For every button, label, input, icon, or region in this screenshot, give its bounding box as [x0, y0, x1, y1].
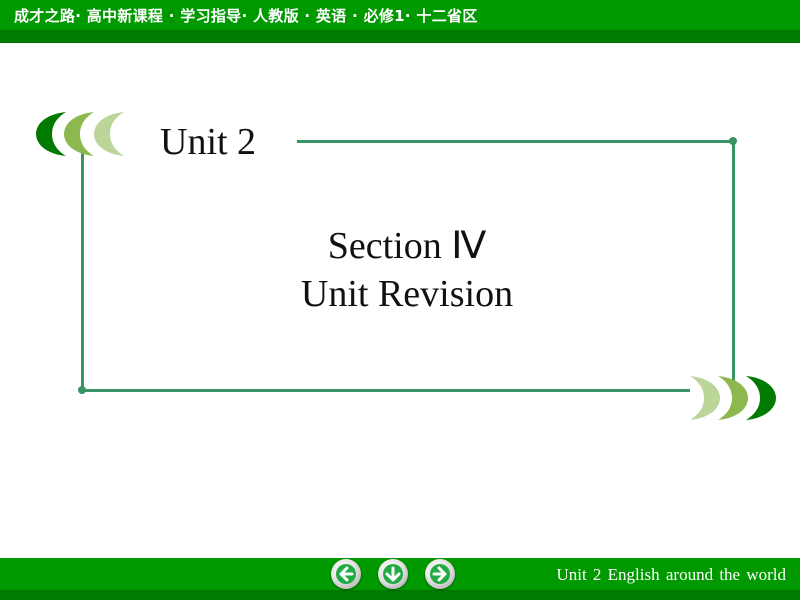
unit-heading: Unit 2	[160, 121, 257, 163]
footer-unit-title: Unit 2 English around the world	[556, 565, 786, 584]
slide: 成才之路· 高中新课程 · 学习指导· 人教版 · 英语 · 必修1· 十二省区…	[0, 0, 800, 600]
section-subtitle: Unit Revision	[300, 273, 514, 315]
arrow-down-icon	[383, 564, 403, 584]
frame-bottom-line	[82, 389, 690, 392]
home-button[interactable]	[378, 559, 408, 589]
crescent-decoration-right-icon	[690, 376, 776, 420]
frame-top-line	[297, 140, 734, 143]
header-title: 成才之路· 高中新课程 · 学习指导· 人教版 · 英语 · 必修1· 十二省区	[14, 7, 478, 25]
arrow-right-icon	[430, 564, 450, 584]
footer-strip	[0, 590, 800, 600]
header-strip	[0, 30, 800, 43]
section-title: Section Ⅳ Unit Revision	[0, 222, 800, 318]
next-button[interactable]	[425, 559, 455, 589]
header-bar: 成才之路· 高中新课程 · 学习指导· 人教版 · 英语 · 必修1· 十二省区	[0, 0, 800, 30]
frame-corner-dot	[729, 137, 737, 145]
crescent-decoration-left-icon	[36, 112, 124, 156]
arrow-left-icon	[336, 564, 356, 584]
previous-button[interactable]	[331, 559, 361, 589]
section-number: Section Ⅳ	[327, 225, 487, 267]
frame-corner-dot	[78, 386, 86, 394]
